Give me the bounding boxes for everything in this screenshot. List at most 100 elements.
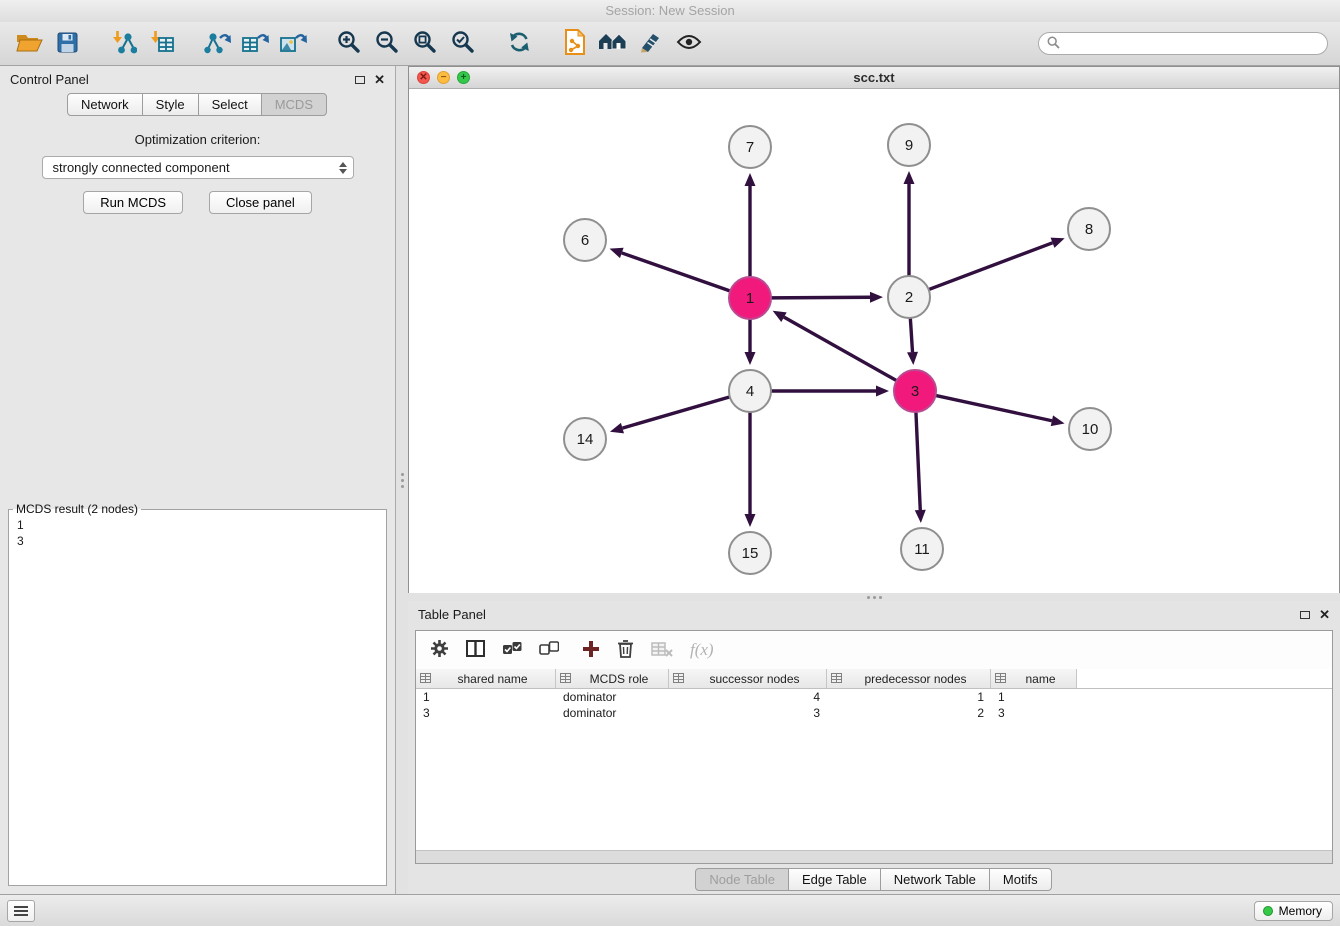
edge-1-2[interactable] [771,297,870,298]
toolbar-group-refresh [502,27,536,61]
column-header-successor-nodes[interactable]: successor nodes [669,669,827,688]
close-panel-button[interactable]: Close panel [209,191,312,214]
network-document-button[interactable] [558,27,592,61]
tab-select[interactable]: Select [198,93,262,116]
network-window-title: scc.txt [853,70,894,85]
close-panel-icon[interactable]: ✕ [374,75,385,85]
delete-table-button[interactable] [651,641,673,660]
edge-3-1[interactable] [784,317,897,381]
open-session-button[interactable] [12,27,46,61]
node-10[interactable]: 10 [1069,408,1111,450]
column-sort-icon [831,672,842,686]
edge-2-8[interactable] [929,243,1053,290]
search-input[interactable] [1065,36,1319,52]
select-all-button[interactable] [502,641,522,659]
close-table-panel-icon[interactable]: ✕ [1319,610,1330,620]
tab-network[interactable]: Network [67,93,143,116]
refresh-button[interactable] [502,27,536,61]
zoom-fit-icon [413,30,437,57]
home-button[interactable] [596,27,630,61]
export-table-button[interactable] [238,27,272,61]
export-network-button[interactable] [200,27,234,61]
column-header-shared-name[interactable]: shared name [416,669,556,688]
paint-button[interactable] [634,27,668,61]
import-network-button[interactable] [106,27,140,61]
zoom-selected-icon [451,30,475,57]
status-bar: Memory [0,894,1340,926]
node-3[interactable]: 3 [894,370,936,412]
table-cell: 1 [416,689,556,705]
function-builder-button[interactable]: f(x) [690,640,714,660]
node-8[interactable]: 8 [1068,208,1110,250]
tab-network-table[interactable]: Network Table [880,868,990,891]
column-header-MCDS-role[interactable]: MCDS role [556,669,669,688]
zoom-in-button[interactable] [332,27,366,61]
memory-label: Memory [1279,904,1322,918]
table-cell: dominator [556,689,669,705]
node-15[interactable]: 15 [729,532,771,574]
node-11[interactable]: 11 [901,528,943,570]
table-row[interactable]: 3dominator323 [416,705,1332,721]
toolbar-group-apps [558,27,706,61]
export-image-icon [279,30,307,57]
control-panel-title: Control Panel [10,72,89,87]
node-14[interactable]: 14 [564,418,606,460]
import-table-button[interactable] [144,27,178,61]
mcds-result-list: 13 [13,517,382,549]
tab-style[interactable]: Style [142,93,199,116]
save-session-button[interactable] [50,27,84,61]
network-canvas[interactable]: 7 9 6 8 1 2 4 3 14 10 15 11 [409,89,1339,593]
table-cell: 1 [991,689,1077,705]
search-icon [1047,36,1060,52]
table-cell: 3 [669,705,827,721]
edge-2-3[interactable] [910,318,912,352]
column-header-predecessor-nodes[interactable]: predecessor nodes [827,669,991,688]
save-icon [57,32,78,56]
node-4[interactable]: 4 [729,370,771,412]
edge-1-6[interactable] [622,253,730,291]
table-cell: 3 [416,705,556,721]
tab-mcds[interactable]: MCDS [261,93,327,116]
node-1[interactable]: 1 [729,277,771,319]
edge-3-11[interactable] [916,412,920,510]
arrowhead-1-7 [745,173,756,186]
vertical-splitter[interactable] [396,66,408,894]
maximize-window-icon[interactable]: + [457,71,470,84]
optimization-dropdown[interactable]: strongly connected component [42,156,354,179]
minimize-window-icon[interactable]: − [437,71,450,84]
table-row[interactable]: 1dominator411 [416,689,1332,705]
edge-3-10[interactable] [936,395,1052,420]
horizontal-splitter[interactable] [408,593,1340,601]
tab-motifs[interactable]: Motifs [989,868,1052,891]
add-column-button[interactable] [582,640,600,661]
deselect-all-button[interactable] [539,641,559,659]
table-cell: 2 [827,705,991,721]
table-bottom-strip [416,850,1332,863]
tab-node-table[interactable]: Node Table [695,868,789,891]
export-image-button[interactable] [276,27,310,61]
column-label: name [1009,672,1072,686]
delete-column-button[interactable] [617,639,634,661]
show-columns-button[interactable] [466,640,485,660]
node-2[interactable]: 2 [888,276,930,318]
status-menu-button[interactable] [7,900,35,922]
column-header-name[interactable]: name [991,669,1077,688]
eye-button[interactable] [672,27,706,61]
node-6[interactable]: 6 [564,219,606,261]
table-settings-button[interactable] [430,639,449,661]
run-mcds-button[interactable]: Run MCDS [83,191,183,214]
node-7[interactable]: 7 [729,126,771,168]
zoom-out-button[interactable] [370,27,404,61]
float-table-panel-icon[interactable] [1300,611,1310,619]
float-panel-icon[interactable] [355,76,365,84]
zoom-fit-button[interactable] [408,27,442,61]
mcds-result-item: 3 [13,533,382,549]
export-table-icon [241,30,269,57]
edge-4-14[interactable] [622,397,729,428]
zoom-selected-button[interactable] [446,27,480,61]
node-9[interactable]: 9 [888,124,930,166]
memory-button[interactable]: Memory [1254,901,1333,921]
close-window-icon[interactable]: ✕ [417,71,430,84]
tab-edge-table[interactable]: Edge Table [788,868,881,891]
optimization-dropdown-value: strongly connected component [53,160,230,175]
